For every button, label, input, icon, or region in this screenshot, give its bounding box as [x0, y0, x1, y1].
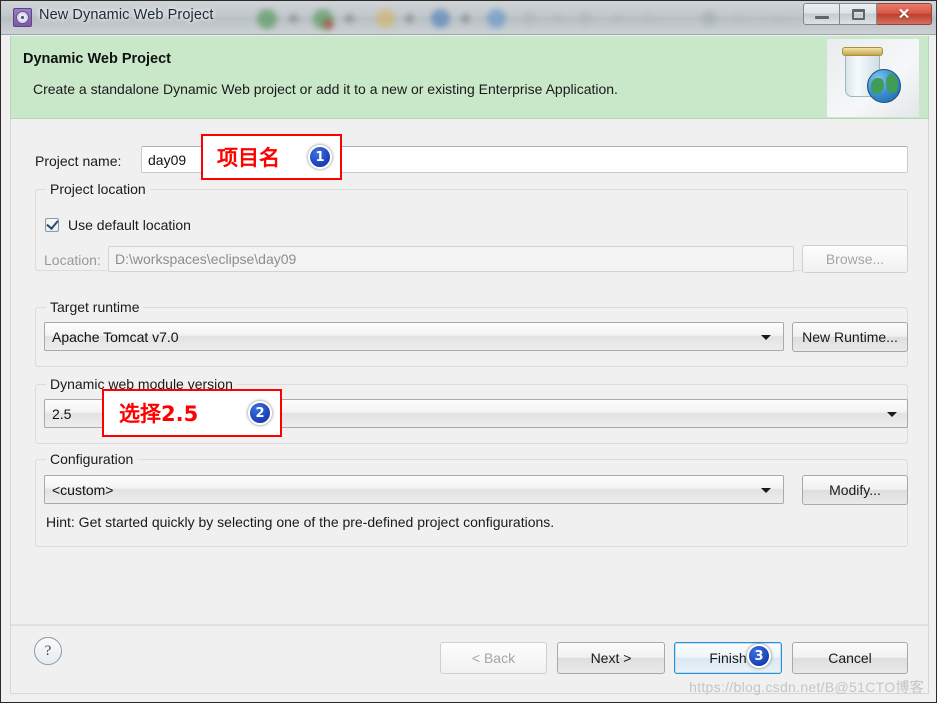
location-input[interactable]: D:\workspaces\eclipse\day09	[108, 246, 794, 272]
blurred-toolbar-icon	[731, 13, 745, 25]
check-icon	[46, 217, 59, 230]
modify-button[interactable]: Modify...	[802, 475, 908, 505]
annotation-badge-3: 3	[747, 644, 771, 668]
blurred-toolbar-icon	[257, 9, 277, 29]
close-icon: ✕	[897, 6, 911, 23]
window-title: New Dynamic Web Project	[39, 7, 214, 23]
footer-divider	[11, 625, 930, 626]
annotation-badge-1: 1	[308, 145, 332, 169]
target-runtime-value: Apache Tomcat v7.0	[52, 328, 179, 345]
banner-title: Dynamic Web Project	[23, 51, 172, 67]
chevron-down-icon	[761, 334, 771, 340]
project-name-value: day09	[148, 151, 187, 168]
chevron-down-icon	[887, 411, 897, 417]
use-default-location-label: Use default location	[68, 217, 191, 233]
blurred-toolbar-icon	[613, 14, 623, 23]
annotation-badge-2: 2	[248, 401, 272, 425]
dialog-body: Project name: day09 Project location Use…	[10, 119, 929, 624]
configuration-group-title: Configuration	[46, 451, 138, 467]
blurred-toolbar-icon	[701, 10, 717, 26]
blurred-toolbar-icon	[323, 19, 334, 30]
use-default-location-checkbox[interactable]	[45, 217, 59, 232]
blurred-toolbar-icon	[641, 12, 657, 24]
next-button[interactable]: Next >	[557, 642, 665, 674]
dialog-window: New Dynamic Web Project ✕ Dynamic Web Pr…	[0, 0, 937, 703]
configuration-hint: Hint: Get started quickly by selecting o…	[46, 514, 555, 530]
module-version-value: 2.5	[52, 405, 72, 422]
cancel-button[interactable]: Cancel	[792, 642, 908, 674]
browse-button[interactable]: Browse...	[802, 245, 908, 273]
blurred-toolbar-icon	[289, 14, 298, 23]
window-controls: ✕	[803, 3, 932, 25]
location-label: Location:	[44, 252, 101, 268]
watermark: https://blog.csdn.net/B@51CTO博客	[689, 679, 924, 695]
back-button[interactable]: < Back	[440, 642, 547, 674]
close-button[interactable]: ✕	[877, 3, 932, 25]
restore-button[interactable]	[840, 3, 877, 25]
annotation-text-2: 选择2.5	[119, 402, 199, 426]
blurred-toolbar-icon	[431, 9, 450, 28]
blurred-toolbar-icon	[579, 11, 591, 25]
configuration-value: <custom>	[52, 481, 114, 498]
location-value: D:\workspaces\eclipse\day09	[115, 251, 297, 267]
blurred-toolbar-icon	[553, 14, 563, 23]
blurred-toolbar-icon	[773, 14, 783, 23]
blurred-toolbar-icon	[376, 9, 395, 28]
blurred-toolbar-icon	[405, 14, 414, 23]
blurred-toolbar-icon	[345, 14, 354, 23]
help-button[interactable]: ?	[34, 637, 62, 665]
gear-icon	[13, 8, 32, 27]
new-runtime-button[interactable]: New Runtime...	[792, 322, 908, 352]
blurred-toolbar-icon	[523, 11, 535, 25]
project-location-group-title: Project location	[46, 181, 150, 197]
blurred-toolbar-icon	[461, 14, 470, 23]
project-name-label: Project name:	[35, 153, 122, 169]
configuration-combo[interactable]: <custom>	[44, 475, 784, 504]
banner-description: Create a standalone Dynamic Web project …	[33, 81, 618, 97]
annotation-text-1: 项目名	[217, 146, 280, 170]
minimize-button[interactable]	[803, 3, 840, 25]
title-bar[interactable]: New Dynamic Web Project ✕	[1, 1, 936, 35]
target-runtime-group-title: Target runtime	[46, 299, 144, 315]
target-runtime-combo[interactable]: Apache Tomcat v7.0	[44, 322, 784, 351]
chevron-down-icon	[761, 487, 771, 493]
jar-globe-icon	[827, 39, 919, 117]
blurred-toolbar-icon	[487, 9, 506, 28]
wizard-banner: Dynamic Web Project Create a standalone …	[10, 36, 929, 119]
